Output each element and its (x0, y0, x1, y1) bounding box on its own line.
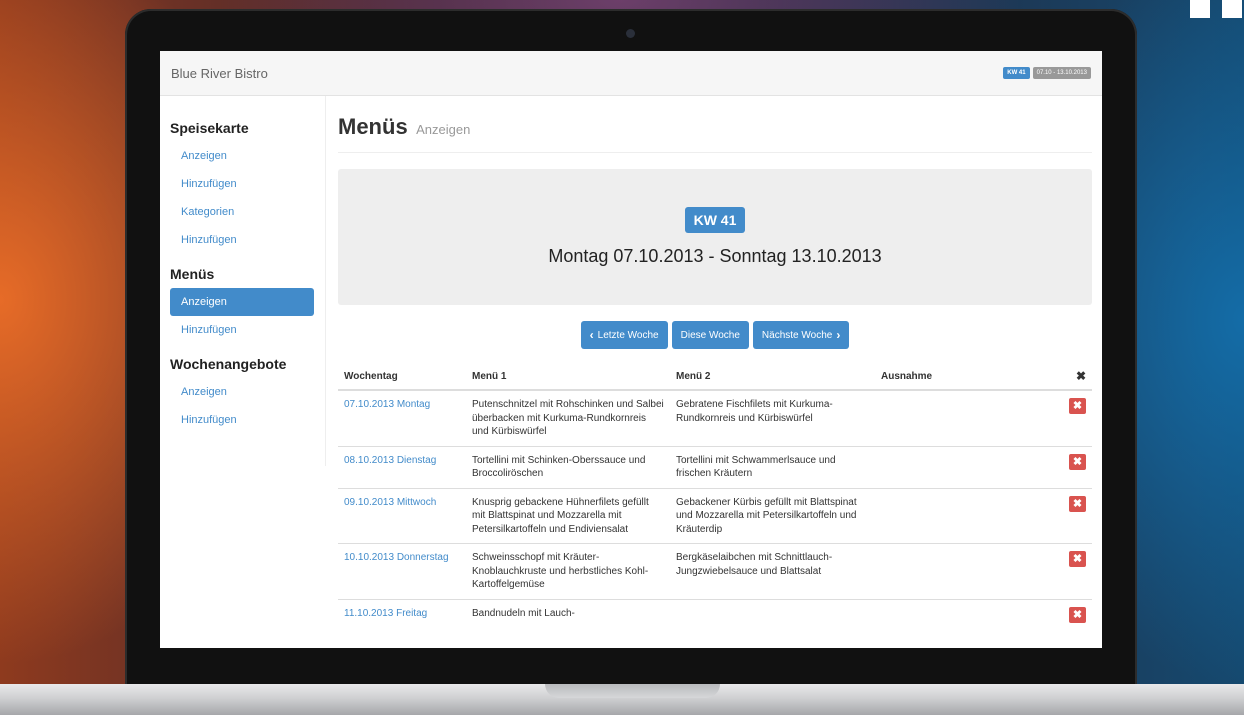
exception-cell (875, 543, 1058, 599)
camera-icon (626, 29, 635, 38)
corner-logo-icon (1190, 0, 1244, 18)
menu-table: Wochentag Menü 1 Menü 2 Ausnahme ✖ 07.10… (338, 363, 1092, 630)
table-row: 10.10.2013 Donnerstag Schweinsschopf mit… (338, 543, 1092, 599)
column-header-weekday: Wochentag (338, 363, 466, 391)
sidebar-heading-wochenangebote: Wochenangebote (170, 356, 287, 372)
delete-icon[interactable]: ✖ (1069, 398, 1086, 414)
column-header-exception: Ausnahme (875, 363, 1058, 391)
laptop-bezel: Blue River Bistro KW 41 07.10 - 13.10.20… (125, 9, 1137, 691)
menu1-cell: Knusprig gebackene Hühnerfilets gefüllt … (466, 487, 670, 544)
table-header-row: Wochentag Menü 1 Menü 2 Ausnahme ✖ (338, 363, 1092, 391)
menu1-cell: Tortellini mit Schinken-Oberssauce und B… (466, 445, 670, 488)
delete-icon[interactable]: ✖ (1069, 495, 1086, 512)
weekday-link[interactable]: 07.10.2013 Montag (338, 389, 466, 446)
sidebar-heading-speisekarte: Speisekarte (170, 120, 249, 136)
column-header-menu1: Menü 1 (466, 363, 670, 391)
page-subtitle: Anzeigen (416, 122, 471, 137)
weekday-link[interactable]: 10.10.2013 Donnerstag (338, 543, 466, 599)
sidebar-item-kategorien[interactable]: Kategorien (170, 198, 314, 226)
exception-cell (875, 598, 1058, 630)
week-badge: KW 41 (1003, 67, 1030, 79)
previous-week-button[interactable]: ‹ Letzte Woche (580, 321, 668, 349)
page-title: Menüs (338, 114, 408, 139)
week-panel: KW 41 Montag 07.10.2013 - Sonntag 13.10.… (338, 169, 1092, 305)
menu2-cell: Bergkäselaibchen mit Schnittlauch-Jungzw… (670, 543, 875, 599)
sidebar-item-wochenangebote-anzeigen[interactable]: Anzeigen (170, 378, 314, 406)
column-header-delete-icon: ✖ (1058, 363, 1092, 391)
app-screen: Blue River Bistro KW 41 07.10 - 13.10.20… (160, 51, 1102, 648)
table-row: 09.10.2013 Mittwoch Knusprig gebackene H… (338, 487, 1092, 544)
table-row: 11.10.2013 Freitag Bandnudeln mit Lauch-… (338, 598, 1092, 630)
sidebar-item-speisekarte-anzeigen[interactable]: Anzeigen (170, 142, 314, 170)
calendar-week-label: KW 41 (684, 207, 746, 233)
menu2-cell: Gebackener Kürbis gefüllt mit Blattspina… (670, 487, 875, 544)
chevron-left-icon: ‹ (589, 328, 594, 342)
previous-week-label: Letzte Woche (597, 329, 659, 341)
page-header: Menüs Anzeigen (338, 96, 1092, 153)
delete-icon[interactable]: ✖ (1069, 551, 1086, 567)
column-header-menu2: Menü 2 (670, 363, 875, 391)
laptop-base (0, 684, 1244, 715)
menu2-cell: Tortellini mit Schwammerlsauce und frisc… (670, 445, 875, 488)
laptop-notch (545, 684, 720, 698)
weekday-link[interactable]: 11.10.2013 Freitag (338, 598, 466, 630)
chevron-right-icon: › (836, 328, 841, 342)
menu1-cell: Schweinsschopf mit Kräuter-Knoblauchkrus… (466, 543, 670, 599)
sidebar-heading-menues: Menüs (170, 266, 215, 282)
sidebar: Speisekarte Anzeigen Hinzufügen Kategori… (160, 96, 326, 466)
date-badge: 07.10 - 13.10.2013 (1032, 67, 1091, 79)
menu1-cell: Putenschnitzel mit Rohschinken und Salbe… (466, 389, 670, 446)
delete-icon[interactable]: ✖ (1069, 606, 1086, 623)
sidebar-item-speisekarte-hinzufuegen[interactable]: Hinzufügen (170, 170, 314, 198)
exception-cell (875, 445, 1058, 488)
week-navigation: ‹ Letzte Woche Diese Woche Nächste Woche… (338, 321, 1092, 349)
exception-cell (875, 389, 1058, 446)
weekday-link[interactable]: 08.10.2013 Dienstag (338, 445, 466, 488)
layout: Speisekarte Anzeigen Hinzufügen Kategori… (160, 96, 1102, 630)
brand-link[interactable]: Blue River Bistro (171, 66, 268, 81)
this-week-button[interactable]: Diese Woche (671, 321, 749, 349)
sidebar-item-kategorien-hinzufuegen[interactable]: Hinzufügen (170, 226, 314, 254)
next-week-button[interactable]: Nächste Woche › (752, 321, 850, 349)
sidebar-item-wochenangebote-hinzufuegen[interactable]: Hinzufügen (170, 406, 314, 434)
table-row: 08.10.2013 Dienstag Tortellini mit Schin… (338, 445, 1092, 488)
exception-cell (875, 487, 1058, 544)
table-row: 07.10.2013 Montag Putenschnitzel mit Roh… (338, 389, 1092, 446)
main-content: Menüs Anzeigen KW 41 Montag 07.10.2013 -… (326, 96, 1102, 630)
navbar: Blue River Bistro KW 41 07.10 - 13.10.20… (160, 51, 1102, 96)
this-week-label: Diese Woche (680, 329, 740, 341)
week-date-range: Montag 07.10.2013 - Sonntag 13.10.2013 (548, 246, 882, 266)
menu1-cell: Bandnudeln mit Lauch- (466, 598, 670, 630)
sidebar-item-menues-hinzufuegen[interactable]: Hinzufügen (170, 316, 314, 344)
next-week-label: Nächste Woche (761, 329, 833, 341)
delete-icon[interactable]: ✖ (1069, 453, 1086, 470)
week-badges: KW 41 07.10 - 13.10.2013 (1003, 67, 1091, 79)
menu2-cell (670, 598, 875, 630)
sidebar-item-menues-anzeigen[interactable]: Anzeigen (170, 288, 314, 316)
weekday-link[interactable]: 09.10.2013 Mittwoch (338, 487, 466, 544)
menu2-cell: Gebratene Fischfilets mit Kurkuma-Rundko… (670, 389, 875, 446)
